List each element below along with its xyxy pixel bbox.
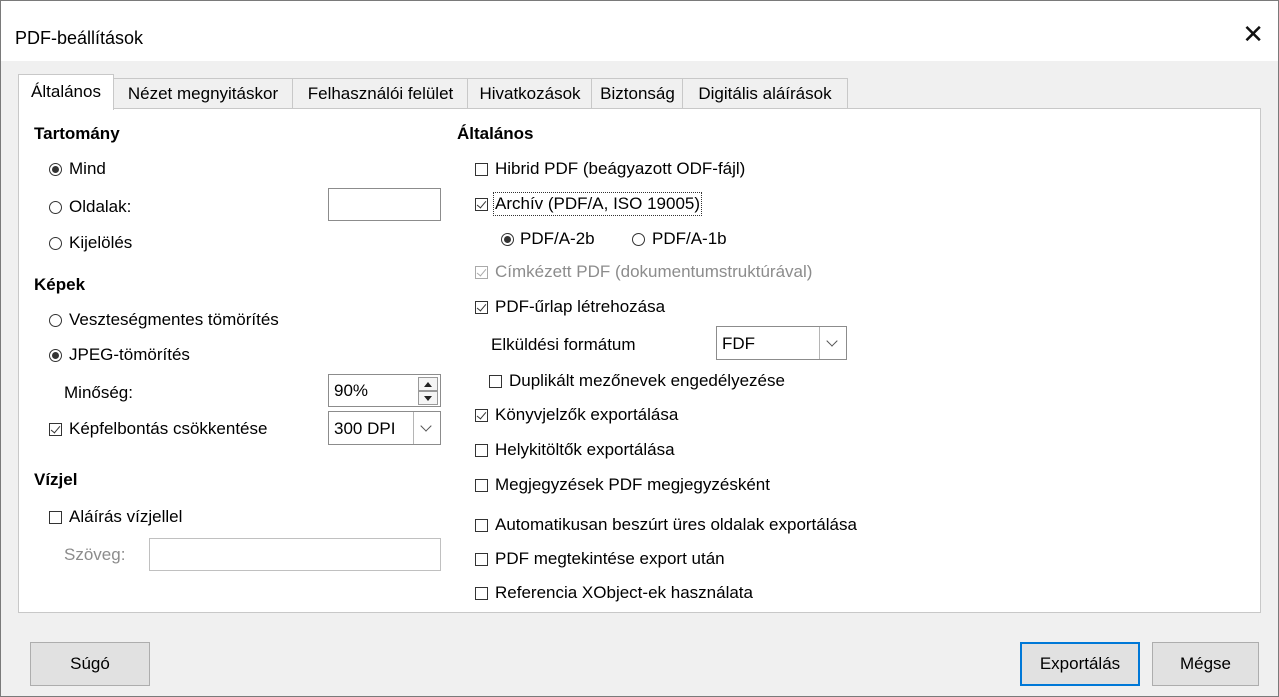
tab-initial-view[interactable]: Nézet megnyitáskor xyxy=(112,78,294,109)
general-tab-panel: Tartomány Mind Oldalak: Kijelölés Képek … xyxy=(18,108,1261,613)
hybrid-pdf-label[interactable]: Hibrid PDF (beágyazott ODF-fájl) xyxy=(495,159,745,179)
bookmarks-checkbox[interactable] xyxy=(475,409,488,422)
bookmarks-label[interactable]: Könyvjelzők exportálása xyxy=(495,405,678,425)
close-icon[interactable]: ✕ xyxy=(1242,21,1264,47)
lossless-label[interactable]: Veszteségmentes tömörítés xyxy=(69,310,279,330)
blank-pages-label[interactable]: Automatikusan beszúrt üres oldalak expor… xyxy=(495,515,857,535)
tagged-pdf-checkbox xyxy=(475,266,488,279)
tab-general[interactable]: Általános xyxy=(18,74,114,110)
general-header: Általános xyxy=(457,124,534,143)
tagged-pdf-label: Címkézett PDF (dokumentumstruktúrával) xyxy=(495,262,813,281)
submit-format-select[interactable]: FDF xyxy=(716,326,847,360)
sign-watermark-checkbox[interactable] xyxy=(49,511,62,524)
pdfa-1b-radio[interactable] xyxy=(632,233,645,246)
range-pages-label[interactable]: Oldalak: xyxy=(69,197,131,217)
sign-watermark-label[interactable]: Aláírás vízjellel xyxy=(69,507,182,527)
range-all-label[interactable]: Mind xyxy=(69,159,106,179)
dpi-select[interactable]: 300 DPI xyxy=(328,411,441,445)
hybrid-pdf-checkbox[interactable] xyxy=(475,163,488,176)
cancel-button[interactable]: Mégse xyxy=(1152,642,1259,686)
chevron-down-icon[interactable] xyxy=(819,327,846,359)
dpi-value: 300 DPI xyxy=(334,419,396,438)
quality-label: Minőség: xyxy=(64,383,133,402)
pdf-form-checkbox[interactable] xyxy=(475,301,488,314)
pdf-form-label[interactable]: PDF-űrlap létrehozása xyxy=(495,297,665,317)
comments-label[interactable]: Megjegyzések PDF megjegyzésként xyxy=(495,475,770,495)
placeholders-label[interactable]: Helykitöltők exportálása xyxy=(495,440,675,460)
images-header: Képek xyxy=(34,275,86,294)
range-pages-radio[interactable] xyxy=(49,201,62,214)
pdfa-2b-label[interactable]: PDF/A-2b xyxy=(520,229,595,249)
pdf-options-dialog: PDF-beállítások ✕ Általános Nézet megnyi… xyxy=(0,0,1279,697)
reduce-resolution-label[interactable]: Képfelbontás csökkentése xyxy=(69,419,267,439)
placeholders-checkbox[interactable] xyxy=(475,444,488,457)
range-selection-radio[interactable] xyxy=(49,237,62,250)
jpeg-label[interactable]: JPEG-tömörítés xyxy=(69,345,190,365)
title-bar: PDF-beállítások ✕ xyxy=(1,1,1278,61)
submit-format-value: FDF xyxy=(722,334,756,353)
spin-down-icon[interactable] xyxy=(418,391,438,405)
chevron-down-icon[interactable] xyxy=(413,412,440,444)
pdfa-2b-radio[interactable] xyxy=(501,233,514,246)
reference-xobjects-label[interactable]: Referencia XObject-ek használata xyxy=(495,583,753,603)
range-all-radio[interactable] xyxy=(49,163,62,176)
lossless-radio[interactable] xyxy=(49,314,62,327)
pages-input[interactable] xyxy=(328,188,441,221)
reduce-resolution-checkbox[interactable] xyxy=(49,423,62,436)
duplicate-fields-checkbox[interactable] xyxy=(489,375,502,388)
tab-digital-signatures[interactable]: Digitális aláírások xyxy=(682,78,848,109)
tab-user-interface[interactable]: Felhasználói felület xyxy=(292,78,469,109)
jpeg-radio[interactable] xyxy=(49,349,62,362)
comments-checkbox[interactable] xyxy=(475,479,488,492)
tab-security[interactable]: Biztonság xyxy=(591,78,684,109)
watermark-text-input[interactable] xyxy=(149,538,441,571)
quality-value[interactable]: 90% xyxy=(334,381,368,401)
reference-xobjects-checkbox[interactable] xyxy=(475,587,488,600)
window-title: PDF-beállítások xyxy=(15,28,144,48)
blank-pages-checkbox[interactable] xyxy=(475,519,488,532)
watermark-text-label: Szöveg: xyxy=(64,545,126,564)
archive-checkbox[interactable] xyxy=(475,198,488,211)
submit-format-label: Elküldési formátum xyxy=(491,335,636,354)
pdfa-1b-label[interactable]: PDF/A-1b xyxy=(652,229,727,249)
watermark-header: Vízjel xyxy=(34,470,78,489)
range-selection-label[interactable]: Kijelölés xyxy=(69,233,132,253)
archive-label[interactable]: Archív (PDF/A, ISO 19005) xyxy=(492,192,703,216)
view-after-export-label[interactable]: PDF megtekintése export után xyxy=(495,549,725,569)
range-header: Tartomány xyxy=(34,124,120,143)
duplicate-fields-label[interactable]: Duplikált mezőnevek engedélyezése xyxy=(509,371,785,391)
spin-up-icon[interactable] xyxy=(418,377,438,391)
quality-spinbox[interactable]: 90% xyxy=(328,374,441,407)
help-button[interactable]: Súgó xyxy=(30,642,150,686)
export-button[interactable]: Exportálás xyxy=(1020,642,1140,686)
tab-links[interactable]: Hivatkozások xyxy=(467,78,593,109)
view-after-export-checkbox[interactable] xyxy=(475,553,488,566)
